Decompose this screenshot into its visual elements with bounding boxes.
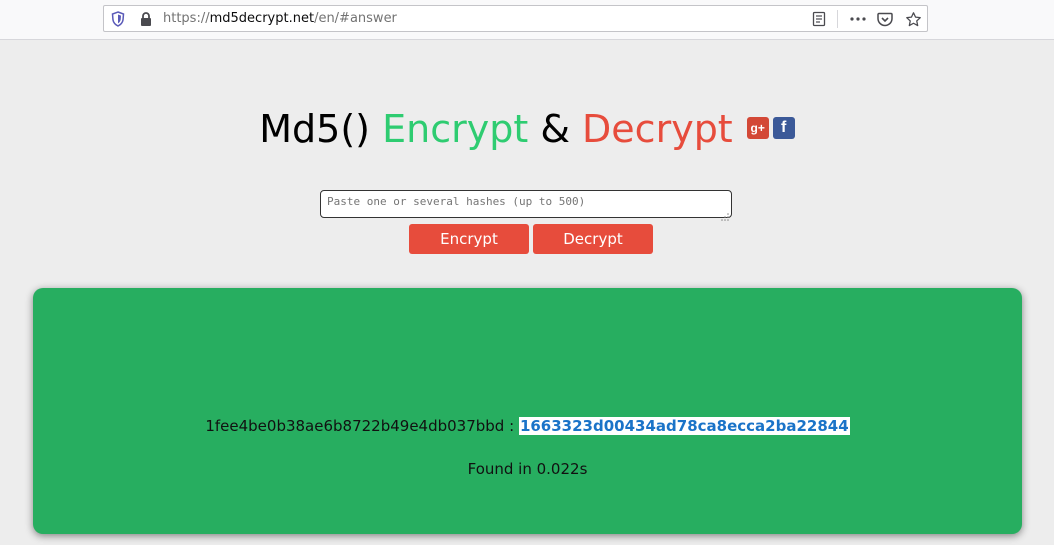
hash-input[interactable] bbox=[320, 190, 732, 218]
found-time-text: Found in 0.022s bbox=[467, 460, 588, 478]
resize-grip-icon[interactable] bbox=[720, 206, 729, 221]
bookmark-star-icon[interactable] bbox=[904, 10, 922, 28]
google-plus-icon[interactable]: g+ bbox=[746, 116, 769, 139]
result-hash: 1fee4be0b38ae6b8722b49e4db037bbd bbox=[205, 417, 505, 435]
result-separator: : bbox=[504, 417, 519, 435]
url-prefix: https:// bbox=[163, 11, 210, 26]
url-text[interactable]: https://md5decrypt.net/en/#answer bbox=[163, 11, 397, 27]
result-answer[interactable]: 1663323d00434ad78ca8ecca2ba22844 bbox=[518, 417, 850, 435]
facebook-icon[interactable]: f bbox=[772, 116, 795, 139]
title-ampersand: & bbox=[540, 107, 570, 151]
result-line: 1fee4be0b38ae6b8722b49e4db037bbd : 16633… bbox=[33, 416, 1022, 436]
decrypt-button[interactable]: Decrypt bbox=[533, 224, 653, 254]
title-md5: Md5() bbox=[259, 107, 370, 151]
url-path: /en/#answer bbox=[314, 11, 397, 26]
encrypt-button[interactable]: Encrypt bbox=[409, 224, 529, 254]
shield-icon[interactable] bbox=[111, 11, 125, 27]
pocket-icon[interactable] bbox=[876, 10, 894, 28]
lock-icon[interactable] bbox=[139, 11, 153, 27]
page-title: Md5() Encrypt & Decrypt g+ f bbox=[0, 103, 1054, 155]
title-encrypt: Encrypt bbox=[382, 107, 529, 151]
title-decrypt: Decrypt bbox=[582, 107, 733, 151]
url-domain: md5decrypt.net bbox=[209, 11, 315, 26]
reader-view-icon[interactable] bbox=[811, 11, 827, 27]
url-bar[interactable]: https://md5decrypt.net/en/#answer bbox=[103, 5, 928, 32]
more-actions-icon[interactable] bbox=[849, 10, 867, 28]
result-panel: 1fee4be0b38ae6b8722b49e4db037bbd : 16633… bbox=[33, 288, 1022, 534]
url-bar-divider bbox=[837, 10, 838, 28]
browser-toolbar: https://md5decrypt.net/en/#answer bbox=[0, 0, 1054, 40]
